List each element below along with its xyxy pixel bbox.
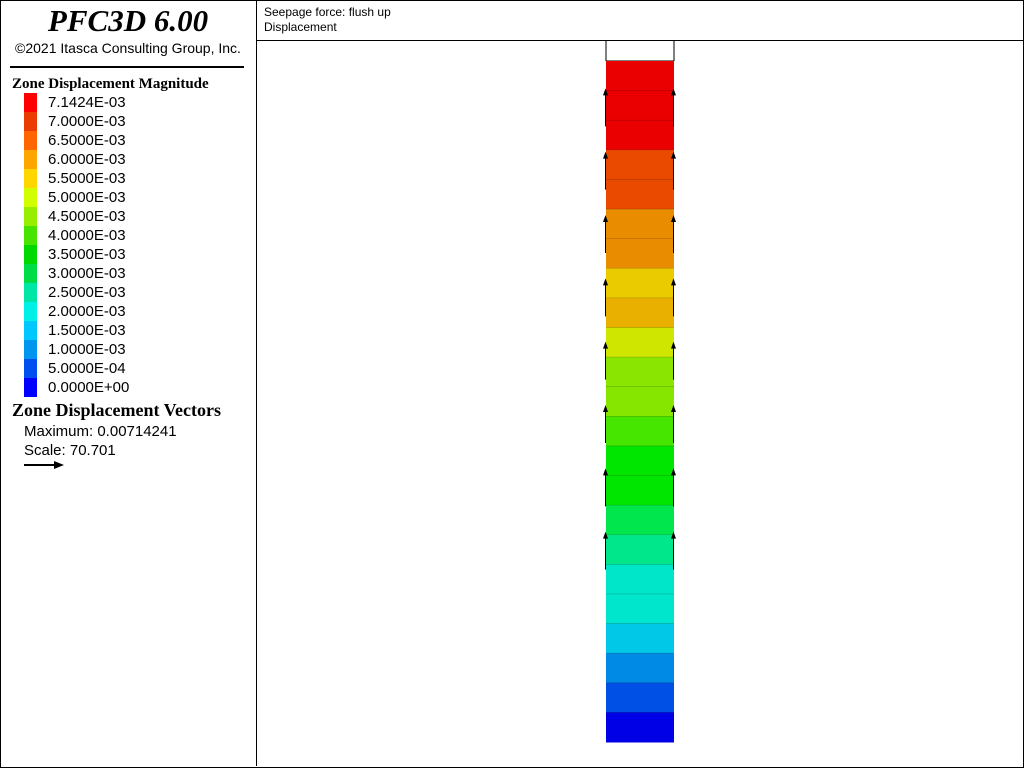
- zone-band: [606, 238, 674, 269]
- zone-band: [606, 297, 674, 328]
- color-scale-bar: [24, 93, 37, 397]
- color-scale-label: 7.1424E-03: [48, 94, 126, 111]
- zone-band: [606, 90, 674, 121]
- zone-band: [606, 209, 674, 240]
- color-scale-label: 5.0000E-04: [48, 360, 126, 377]
- zone-band: [606, 357, 674, 388]
- color-scale-label: 1.0000E-03: [48, 341, 126, 358]
- color-scale-label: 0.0000E+00: [48, 379, 130, 396]
- zone-band: [606, 61, 674, 92]
- color-scale-label: 2.0000E-03: [48, 303, 126, 320]
- color-scale-swatch: [24, 340, 37, 359]
- color-scale-swatch: [24, 378, 37, 397]
- zone-column-view: [603, 41, 676, 743]
- zone-band: [606, 445, 674, 477]
- color-scale-swatch: [24, 302, 37, 321]
- vectors-maximum: Maximum: 0.00714241: [24, 423, 177, 440]
- color-scale-label: 3.0000E-03: [48, 265, 126, 282]
- plot-area[interactable]: Seepage force: flush up Displacement: [257, 0, 1023, 766]
- color-scale-label: 5.0000E-03: [48, 189, 126, 206]
- zone-band: [606, 475, 674, 506]
- color-scale-swatch: [24, 131, 37, 150]
- zone-band: [606, 416, 674, 447]
- vectors-scale: Scale: 70.701: [24, 442, 116, 459]
- zone-band: [606, 268, 674, 299]
- zone-band: [606, 682, 674, 713]
- legend-panel: PFC3D 6.00 ©2021 Itasca Consulting Group…: [0, 0, 257, 766]
- zone-band: [606, 653, 674, 684]
- title-divider: [10, 66, 244, 68]
- color-scale-swatch: [24, 264, 37, 283]
- color-scale-swatch: [24, 226, 37, 245]
- color-scale-swatch: [24, 245, 37, 264]
- copyright-text: ©2021 Itasca Consulting Group, Inc.: [15, 40, 241, 56]
- color-scale-swatch: [24, 112, 37, 131]
- color-scale-swatch: [24, 283, 37, 302]
- zone-band: [606, 386, 674, 417]
- color-scale-label: 5.5000E-03: [48, 170, 126, 187]
- color-scale-swatch: [24, 359, 37, 378]
- vectors-title: Zone Displacement Vectors: [12, 400, 221, 420]
- zone-band: [606, 327, 674, 358]
- color-scale-swatch: [24, 321, 37, 340]
- legend-title: Zone Displacement Magnitude: [12, 76, 209, 92]
- zone-band: [606, 623, 674, 654]
- color-scale-label: 3.5000E-03: [48, 246, 126, 263]
- zone-band: [606, 564, 674, 595]
- zone-band: [606, 505, 674, 536]
- zone-band: [606, 149, 674, 180]
- color-scale-label: 7.0000E-03: [48, 113, 126, 130]
- color-scale-swatch: [24, 150, 37, 169]
- zone-band: [606, 712, 674, 743]
- color-scale-label: 2.5000E-03: [48, 284, 126, 301]
- color-scale-swatch: [24, 93, 37, 112]
- zone-band: [606, 593, 674, 625]
- app-title: PFC3D 6.00: [47, 3, 209, 38]
- color-scale-label: 4.5000E-03: [48, 208, 126, 225]
- zone-band: [606, 179, 674, 210]
- color-scale-label: 1.5000E-03: [48, 322, 126, 339]
- color-scale-swatch: [24, 188, 37, 207]
- zone-band: [606, 120, 674, 151]
- zone-band: [606, 534, 674, 565]
- color-scale-swatch: [24, 169, 37, 188]
- vector-scale-arrow-icon: [24, 461, 64, 469]
- color-scale-label: 6.0000E-03: [48, 151, 126, 168]
- color-scale-label: 6.5000E-03: [48, 132, 126, 149]
- color-scale-swatch: [24, 207, 37, 226]
- color-scale-label: 4.0000E-03: [48, 227, 126, 244]
